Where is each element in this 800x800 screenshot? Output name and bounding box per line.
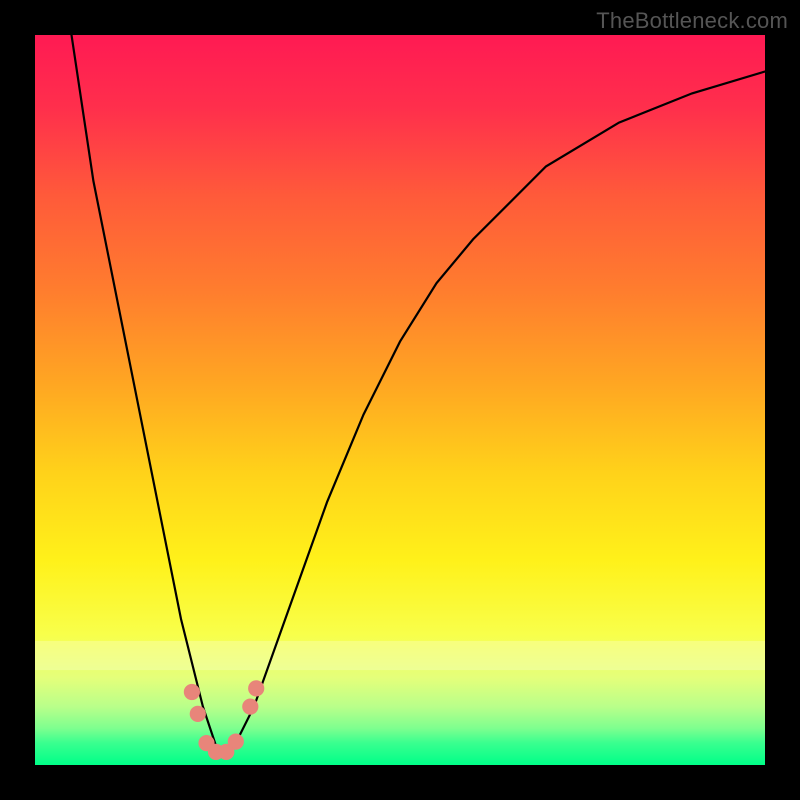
data-markers [184,681,263,760]
chart-plot-area [35,35,765,765]
data-marker [249,681,264,696]
data-marker [228,734,243,749]
watermark-label: TheBottleneck.com [596,8,788,34]
bottleneck-curve [35,35,765,765]
data-marker [184,685,199,700]
data-marker [190,706,205,721]
data-marker [243,699,258,714]
